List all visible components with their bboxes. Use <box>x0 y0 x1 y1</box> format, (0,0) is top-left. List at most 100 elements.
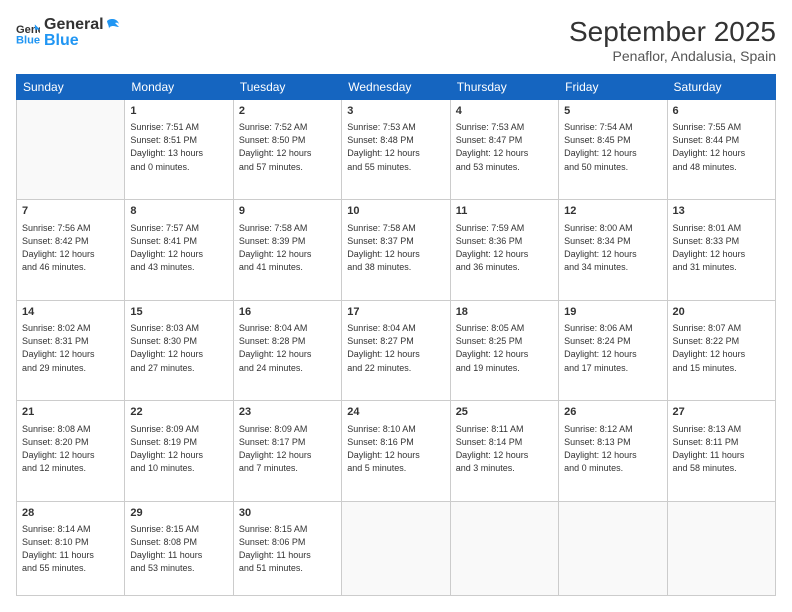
day-cell: 15Sunrise: 8:03 AM Sunset: 8:30 PM Dayli… <box>125 300 233 400</box>
day-info: Sunrise: 8:15 AM Sunset: 8:08 PM Dayligh… <box>130 523 227 575</box>
day-number: 29 <box>130 506 227 521</box>
day-number: 23 <box>239 405 336 420</box>
day-cell: 21Sunrise: 8:08 AM Sunset: 8:20 PM Dayli… <box>17 401 125 501</box>
day-number: 28 <box>22 506 119 521</box>
svg-text:Blue: Blue <box>16 34 40 45</box>
day-cell: 24Sunrise: 8:10 AM Sunset: 8:16 PM Dayli… <box>342 401 450 501</box>
day-number: 16 <box>239 305 336 320</box>
day-info: Sunrise: 8:08 AM Sunset: 8:20 PM Dayligh… <box>22 423 119 475</box>
day-number: 24 <box>347 405 444 420</box>
day-cell: 18 Sunrise: 8:05 AM Sunset: 8:25 PM Dayli… <box>450 300 558 400</box>
day-number: 30 <box>239 506 336 521</box>
day-number: 8 <box>130 204 227 219</box>
day-cell: 3Sunrise: 7:53 AM Sunset: 8:48 PM Daylig… <box>342 100 450 200</box>
day-info: Sunrise: 7:55 AM Sunset: 8:44 PM Dayligh… <box>673 121 770 173</box>
col-sunday: Sunday <box>17 75 125 100</box>
header-row: Sunday Monday Tuesday Wednesday Thursday… <box>17 75 776 100</box>
day-cell: 23 Sunrise: 8:09 AM Sunset: 8:17 PM Dayli… <box>233 401 341 501</box>
day-cell: 1 Sunrise: 7:51 AM Sunset: 8:51 PM Daylig… <box>125 100 233 200</box>
day-cell: 12 Sunrise: 8:00 AM Sunset: 8:34 PM Dayli… <box>559 200 667 300</box>
day-info: Sunrise: 8:11 AM Sunset: 8:14 PM Dayligh… <box>456 423 553 475</box>
day-number: 10 <box>347 204 444 219</box>
day-info: Sunrise: 7:52 AM Sunset: 8:50 PM Dayligh… <box>239 121 336 173</box>
day-number: 7 <box>22 204 119 219</box>
week-row-4: 21Sunrise: 8:08 AM Sunset: 8:20 PM Dayli… <box>17 401 776 501</box>
col-friday: Friday <box>559 75 667 100</box>
day-number: 14 <box>22 305 119 320</box>
day-cell <box>450 501 558 595</box>
day-cell: 28Sunrise: 8:14 AM Sunset: 8:10 PM Dayli… <box>17 501 125 595</box>
location-subtitle: Penaflor, Andalusia, Spain <box>569 48 776 64</box>
day-info: Sunrise: 8:02 AM Sunset: 8:31 PM Dayligh… <box>22 322 119 374</box>
day-number: 26 <box>564 405 661 420</box>
day-cell <box>342 501 450 595</box>
day-info: Sunrise: 7:58 AM Sunset: 8:37 PM Dayligh… <box>347 222 444 274</box>
day-info: Sunrise: 8:05 AM Sunset: 8:25 PM Dayligh… <box>456 322 553 374</box>
day-number: 4 <box>456 104 553 119</box>
day-info: Sunrise: 8:15 AM Sunset: 8:06 PM Dayligh… <box>239 523 336 575</box>
day-number: 9 <box>239 204 336 219</box>
day-cell: 2 Sunrise: 7:52 AM Sunset: 8:50 PM Daylig… <box>233 100 341 200</box>
day-info: Sunrise: 8:04 AM Sunset: 8:27 PM Dayligh… <box>347 322 444 374</box>
month-title: September 2025 <box>569 16 776 48</box>
day-cell: 8 Sunrise: 7:57 AM Sunset: 8:41 PM Daylig… <box>125 200 233 300</box>
day-cell: 27 Sunrise: 8:13 AM Sunset: 8:11 PM Dayli… <box>667 401 775 501</box>
day-info: Sunrise: 7:54 AM Sunset: 8:45 PM Dayligh… <box>564 121 661 173</box>
day-cell: 19 Sunrise: 8:06 AM Sunset: 8:24 PM Dayli… <box>559 300 667 400</box>
day-number: 13 <box>673 204 770 219</box>
day-info: Sunrise: 8:01 AM Sunset: 8:33 PM Dayligh… <box>673 222 770 274</box>
day-cell <box>17 100 125 200</box>
day-number: 12 <box>564 204 661 219</box>
logo-general: General <box>44 16 104 33</box>
week-row-3: 14 Sunrise: 8:02 AM Sunset: 8:31 PM Dayli… <box>17 300 776 400</box>
day-number: 19 <box>564 305 661 320</box>
day-cell: 30 Sunrise: 8:15 AM Sunset: 8:06 PM Dayli… <box>233 501 341 595</box>
day-info: Sunrise: 7:57 AM Sunset: 8:41 PM Dayligh… <box>130 222 227 274</box>
col-wednesday: Wednesday <box>342 75 450 100</box>
day-number: 2 <box>239 104 336 119</box>
title-section: September 2025 Penaflor, Andalusia, Spai… <box>569 16 776 64</box>
col-monday: Monday <box>125 75 233 100</box>
day-info: Sunrise: 8:09 AM Sunset: 8:19 PM Dayligh… <box>130 423 227 475</box>
day-cell: 22 Sunrise: 8:09 AM Sunset: 8:19 PM Dayli… <box>125 401 233 501</box>
day-cell <box>667 501 775 595</box>
day-cell: 9 Sunrise: 7:58 AM Sunset: 8:39 PM Daylig… <box>233 200 341 300</box>
day-cell: 25 Sunrise: 8:11 AM Sunset: 8:14 PM Dayli… <box>450 401 558 501</box>
day-number: 3 <box>347 104 444 119</box>
day-number: 22 <box>130 405 227 420</box>
col-tuesday: Tuesday <box>233 75 341 100</box>
day-cell: 29 Sunrise: 8:15 AM Sunset: 8:08 PM Dayli… <box>125 501 233 595</box>
day-info: Sunrise: 8:13 AM Sunset: 8:11 PM Dayligh… <box>673 423 770 475</box>
day-info: Sunrise: 8:09 AM Sunset: 8:17 PM Dayligh… <box>239 423 336 475</box>
day-cell <box>559 501 667 595</box>
day-info: Sunrise: 7:58 AM Sunset: 8:39 PM Dayligh… <box>239 222 336 274</box>
day-number: 1 <box>130 104 227 119</box>
week-row-5: 28Sunrise: 8:14 AM Sunset: 8:10 PM Dayli… <box>17 501 776 595</box>
day-cell: 7 Sunrise: 7:56 AM Sunset: 8:42 PM Daylig… <box>17 200 125 300</box>
day-cell: 26Sunrise: 8:12 AM Sunset: 8:13 PM Dayli… <box>559 401 667 501</box>
day-info: Sunrise: 8:03 AM Sunset: 8:30 PM Dayligh… <box>130 322 227 374</box>
day-cell: 4 Sunrise: 7:53 AM Sunset: 8:47 PM Daylig… <box>450 100 558 200</box>
day-cell: 5 Sunrise: 7:54 AM Sunset: 8:45 PM Daylig… <box>559 100 667 200</box>
day-number: 27 <box>673 405 770 420</box>
col-thursday: Thursday <box>450 75 558 100</box>
col-saturday: Saturday <box>667 75 775 100</box>
day-info: Sunrise: 8:04 AM Sunset: 8:28 PM Dayligh… <box>239 322 336 374</box>
logo: Gene Blue General Blue <box>16 16 122 50</box>
day-number: 18 <box>456 305 553 320</box>
day-cell: 13 Sunrise: 8:01 AM Sunset: 8:33 PM Dayli… <box>667 200 775 300</box>
logo-bird-icon <box>105 17 121 33</box>
day-info: Sunrise: 8:00 AM Sunset: 8:34 PM Dayligh… <box>564 222 661 274</box>
day-info: Sunrise: 8:06 AM Sunset: 8:24 PM Dayligh… <box>564 322 661 374</box>
day-number: 11 <box>456 204 553 219</box>
day-number: 25 <box>456 405 553 420</box>
page-header: Gene Blue General Blue September 2025 Pe… <box>16 16 776 64</box>
day-info: Sunrise: 7:56 AM Sunset: 8:42 PM Dayligh… <box>22 222 119 274</box>
day-number: 5 <box>564 104 661 119</box>
day-info: Sunrise: 7:53 AM Sunset: 8:47 PM Dayligh… <box>456 121 553 173</box>
calendar-page: Gene Blue General Blue September 2025 Pe… <box>0 0 792 612</box>
day-cell: 10 Sunrise: 7:58 AM Sunset: 8:37 PM Dayli… <box>342 200 450 300</box>
day-cell: 11Sunrise: 7:59 AM Sunset: 8:36 PM Dayli… <box>450 200 558 300</box>
day-info: Sunrise: 7:51 AM Sunset: 8:51 PM Dayligh… <box>130 121 227 173</box>
week-row-2: 7 Sunrise: 7:56 AM Sunset: 8:42 PM Daylig… <box>17 200 776 300</box>
